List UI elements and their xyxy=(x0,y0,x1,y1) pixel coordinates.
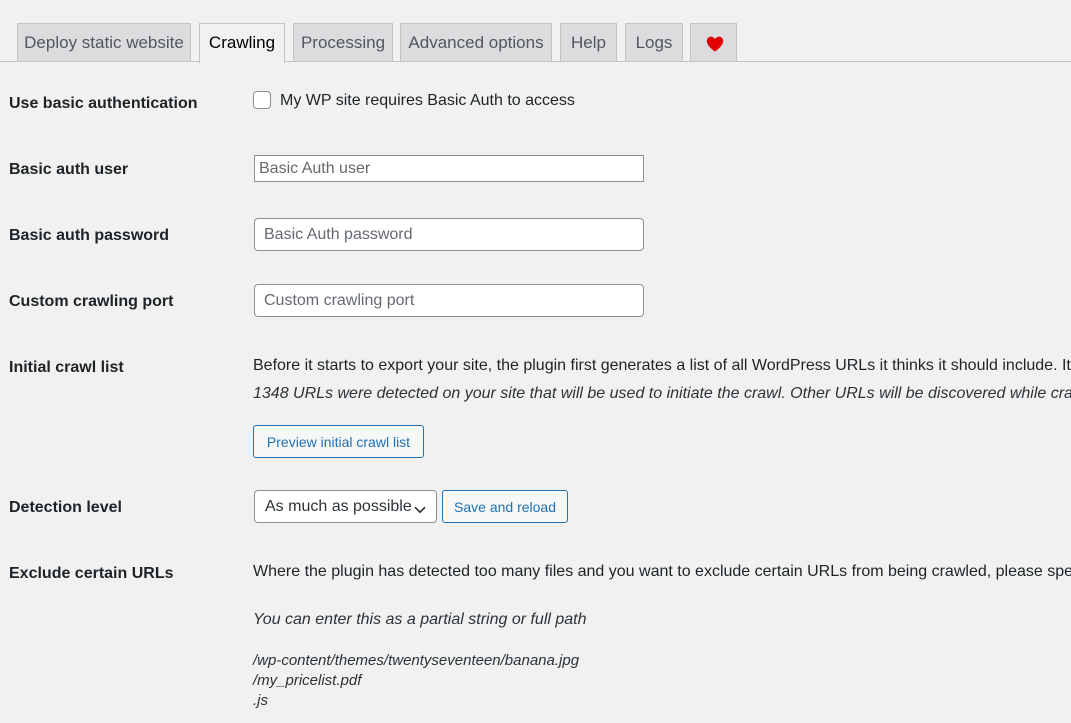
tab-processing[interactable]: Processing xyxy=(293,23,393,61)
crawl-port-input[interactable] xyxy=(254,284,644,317)
exclude-example-item: /my_pricelist.pdf xyxy=(253,672,362,689)
tab-crawling[interactable]: Crawling xyxy=(199,23,285,63)
auth-user-input[interactable] xyxy=(254,155,644,182)
save-and-reload-button[interactable]: Save and reload xyxy=(442,490,568,523)
auth-password-input[interactable] xyxy=(254,218,644,251)
heart-icon xyxy=(706,36,723,52)
preview-crawl-list-button[interactable]: Preview initial crawl list xyxy=(253,425,424,458)
exclude-example-item: /wp-content/themes/twentyseventeen/banan… xyxy=(253,652,580,669)
exclude-urls-description: Where the plugin has detected too many f… xyxy=(253,563,1071,580)
crawl-list-detected-note: 1348 URLs were detected on your site tha… xyxy=(253,385,1071,402)
tab-advanced-options[interactable]: Advanced options xyxy=(400,23,552,61)
auth-user-label: Basic auth user xyxy=(9,161,129,178)
detection-level-select[interactable]: As much as possible xyxy=(254,490,437,523)
basic-auth-checkbox[interactable] xyxy=(253,91,271,109)
tab-logs[interactable]: Logs xyxy=(625,23,683,61)
auth-password-label: Basic auth password xyxy=(9,227,170,244)
tab-deploy-static-website[interactable]: Deploy static website xyxy=(17,23,191,61)
crawl-port-label: Custom crawling port xyxy=(9,293,174,310)
settings-tabs: Deploy static website Crawling Processin… xyxy=(0,0,1071,63)
exclude-urls-label: Exclude certain URLs xyxy=(9,565,174,582)
detection-level-selected: As much as possible xyxy=(265,498,412,515)
basic-auth-checkbox-label[interactable]: My WP site requires Basic Auth to access xyxy=(280,92,575,110)
detection-level-label: Detection level xyxy=(9,499,122,516)
crawl-list-description: Before it starts to export your site, th… xyxy=(253,357,1071,374)
crawl-list-label: Initial crawl list xyxy=(9,359,124,376)
exclude-urls-hint: You can enter this as a partial string o… xyxy=(253,611,587,628)
basic-auth-label: Use basic authentication xyxy=(9,95,198,112)
chevron-down-icon xyxy=(414,501,426,519)
tab-help[interactable]: Help xyxy=(560,23,617,61)
tab-heart[interactable] xyxy=(690,23,737,61)
exclude-example-item: .js xyxy=(253,692,268,709)
